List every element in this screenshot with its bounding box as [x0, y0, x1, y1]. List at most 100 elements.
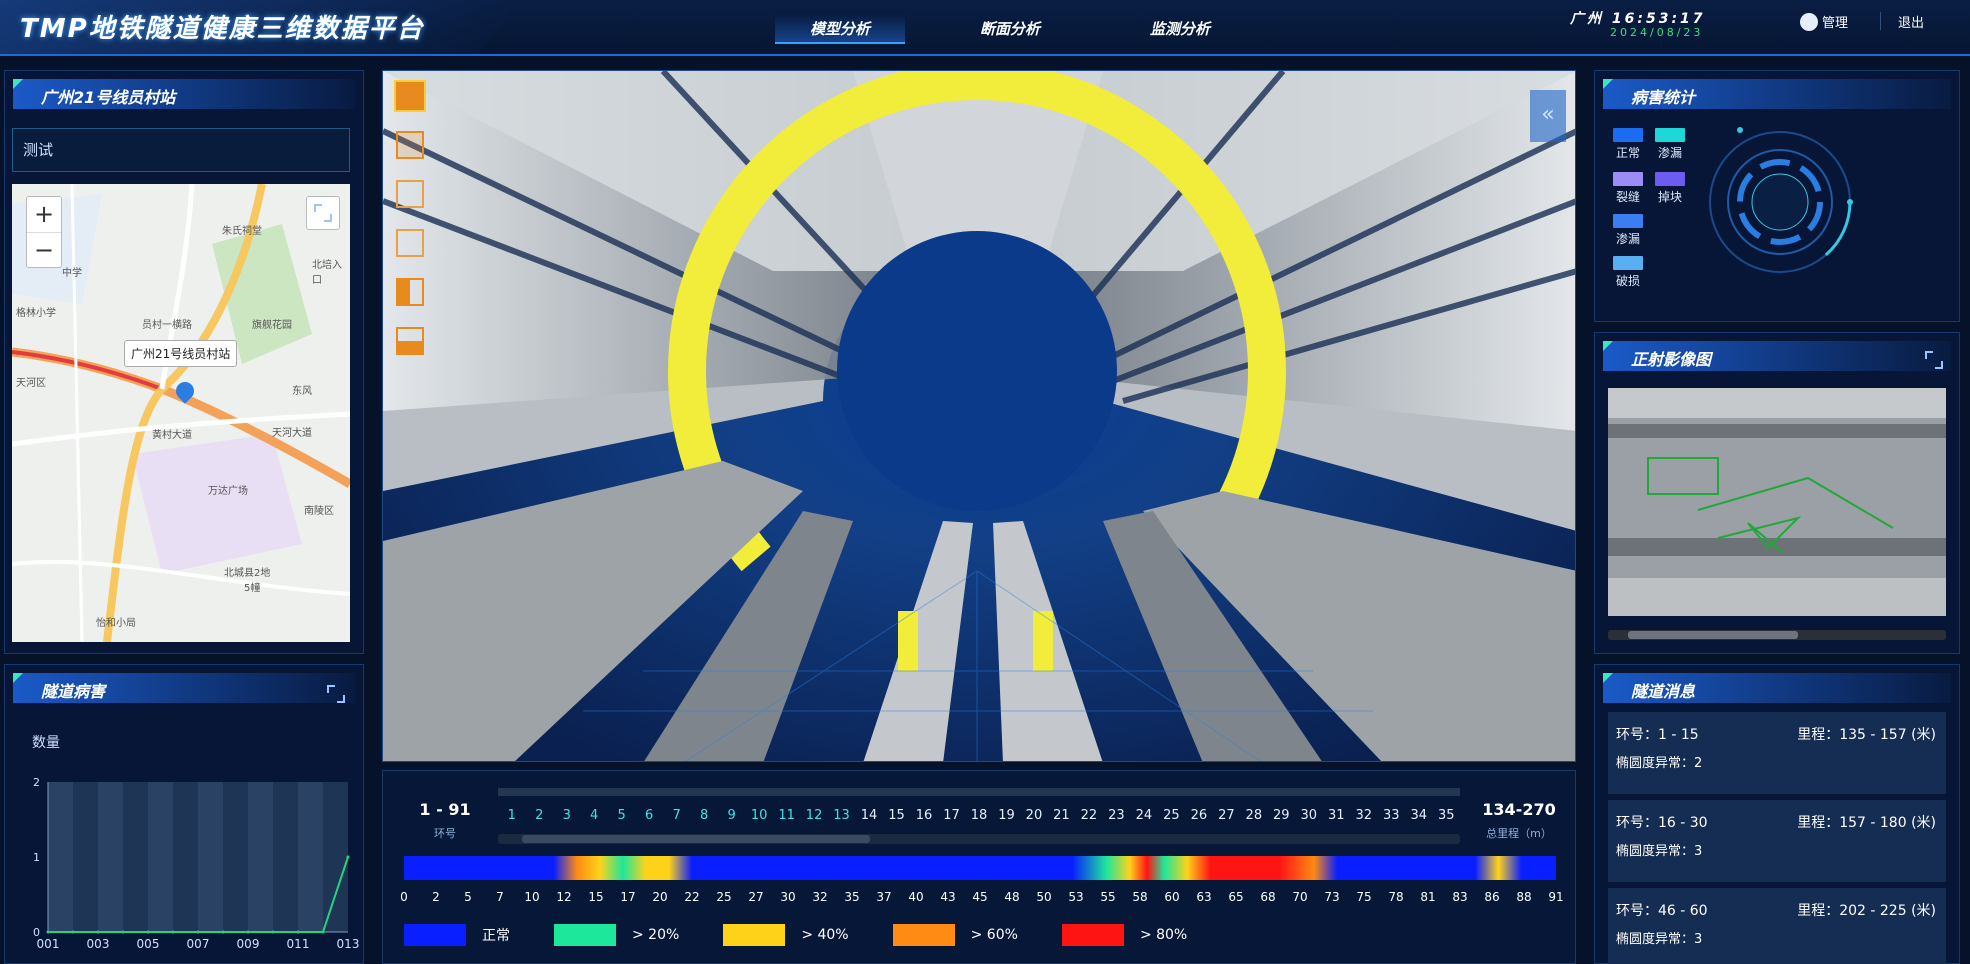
ring-tick: 55	[1100, 890, 1116, 904]
ring-number[interactable]: 23	[1103, 796, 1130, 836]
ring-number[interactable]: 14	[855, 796, 882, 836]
ring-number[interactable]: 12	[800, 796, 827, 836]
ring-number[interactable]: 19	[993, 796, 1020, 836]
ring-number[interactable]: 16	[910, 796, 937, 836]
chart-band	[223, 782, 248, 932]
ring-number[interactable]: 18	[965, 796, 992, 836]
expand-icon[interactable]	[1925, 351, 1943, 369]
search-input[interactable]: 测试	[12, 128, 350, 172]
station-panel-title-bar: 广州21号线员村站	[13, 79, 355, 109]
ring-number[interactable]: 34	[1405, 796, 1432, 836]
ring-number[interactable]: 11	[773, 796, 800, 836]
ring-tick: 12	[556, 890, 572, 904]
zoom-out-button[interactable]: −	[27, 233, 61, 269]
ring-tick: 83	[1452, 890, 1468, 904]
ring-number[interactable]: 5	[608, 796, 635, 836]
ring-number[interactable]: 6	[635, 796, 662, 836]
ring-number[interactable]: 2	[525, 796, 552, 836]
map-label: 5幢	[244, 583, 261, 594]
stats-legend-label: 渗漏	[1657, 146, 1682, 160]
ring-health-bar[interactable]	[404, 856, 1556, 880]
ring-number[interactable]: 13	[828, 796, 855, 836]
chart-band	[298, 782, 323, 932]
ring-number[interactable]: 17	[938, 796, 965, 836]
chart-band	[173, 782, 198, 932]
ring-number[interactable]: 7	[663, 796, 690, 836]
stats-legend-swatch	[1613, 214, 1643, 228]
stats-legend-item[interactable]: 裂缝	[1608, 172, 1648, 205]
wire-cube-icon[interactable]	[396, 180, 424, 208]
info-item[interactable]: 环号：46 - 60 里程：202 - 225 (米) 椭圆度异常：3	[1608, 888, 1946, 964]
ortho-image[interactable]	[1608, 388, 1946, 616]
stats-panel-title-bar: 病害统计	[1603, 79, 1951, 109]
tunnel-3d-viewer[interactable]	[382, 70, 1576, 762]
half-cube-icon[interactable]	[396, 278, 424, 306]
ring-number[interactable]: 4	[580, 796, 607, 836]
ortho-scrollbar-thumb[interactable]	[1628, 631, 1798, 639]
stats-legend-item[interactable]: 破损	[1608, 256, 1648, 289]
ring-number[interactable]: 8	[690, 796, 717, 836]
ring-number[interactable]: 27	[1213, 796, 1240, 836]
tab-monitor-analysis[interactable]: 监测分析	[1115, 14, 1245, 44]
zoom-in-button[interactable]: +	[27, 197, 61, 233]
ring-number[interactable]: 30	[1295, 796, 1322, 836]
tab-section-analysis[interactable]: 断面分析	[945, 14, 1075, 44]
ring-number[interactable]: 25	[1158, 796, 1185, 836]
section-cube-icon[interactable]	[396, 327, 424, 355]
ring-number[interactable]: 26	[1185, 796, 1212, 836]
stats-legend-item[interactable]: 掉块	[1650, 172, 1690, 205]
data-point	[296, 930, 300, 934]
x-tick-label: 009	[237, 937, 260, 951]
chart-band	[273, 782, 298, 932]
ring-scrollbar-thumb[interactable]	[522, 835, 870, 843]
info-ellipse: 椭圆度异常：3	[1616, 932, 1703, 947]
ring-number[interactable]: 21	[1048, 796, 1075, 836]
ring-number[interactable]: 32	[1350, 796, 1377, 836]
ring-number[interactable]: 9	[718, 796, 745, 836]
tab-model-analysis[interactable]: 模型分析	[775, 14, 905, 44]
ring-tick-labels: 0 2 5 7 10 12 15 17 20 22 25 27 30 32 35 37 40 43 45 48 50 53…	[400, 890, 1563, 908]
stats-legend-item[interactable]: 渗漏	[1650, 128, 1690, 161]
map-label: 格林小学	[16, 308, 56, 319]
ring-number[interactable]: 33	[1378, 796, 1405, 836]
info-item[interactable]: 环号：1 - 15 里程：135 - 157 (米) 椭圆度异常：2	[1608, 712, 1946, 794]
ring-number[interactable]: 1	[498, 796, 525, 836]
city-label: 广州	[1570, 11, 1604, 27]
ortho-scrollbar[interactable]	[1608, 630, 1946, 640]
user-menu[interactable]: 管理	[1800, 12, 1848, 31]
map-label: 北城县2地	[224, 568, 271, 579]
ring-tick: 37	[876, 890, 892, 904]
ring-number[interactable]: 31	[1323, 796, 1350, 836]
collapse-panel-button[interactable]: «	[1530, 90, 1566, 142]
ring-number[interactable]: 3	[553, 796, 580, 836]
stats-legend-item[interactable]: 渗漏	[1608, 214, 1648, 247]
expand-icon[interactable]	[327, 685, 345, 703]
ring-number[interactable]: 24	[1130, 796, 1157, 836]
station-map[interactable]: + − 朱氏祠堂 北培入口 中学 格林小学 旗舰花园 员村一横路 天河大道 天河…	[12, 184, 350, 642]
user-name: 管理	[1822, 16, 1849, 31]
chart-band	[323, 782, 348, 932]
info-item[interactable]: 环号：16 - 30 里程：157 - 180 (米) 椭圆度异常：3	[1608, 800, 1946, 882]
ring-number[interactable]: 15	[883, 796, 910, 836]
ring-number[interactable]: 20	[1020, 796, 1047, 836]
ring-number[interactable]: 22	[1075, 796, 1102, 836]
stats-legend-item[interactable]: 正常	[1608, 128, 1648, 161]
ring-number[interactable]: 28	[1240, 796, 1267, 836]
ortho-image-graphic	[1608, 388, 1946, 616]
ring-number[interactable]: 35	[1432, 796, 1459, 836]
chart-band	[198, 782, 223, 932]
ring-number[interactable]: 29	[1268, 796, 1295, 836]
chart-band	[73, 782, 98, 932]
logout-button[interactable]: 退出	[1898, 12, 1924, 31]
ring-scrollbar[interactable]	[498, 834, 1460, 844]
stats-panel-title: 病害统计	[1631, 88, 1696, 107]
ring-tick: 0	[400, 890, 408, 904]
solid-cube-icon[interactable]	[394, 80, 426, 112]
map-fullscreen-button[interactable]	[306, 196, 340, 230]
ortho-panel-title-bar: 正射影像图	[1603, 341, 1951, 371]
box-icon[interactable]	[396, 131, 424, 159]
ring-number[interactable]: 10	[745, 796, 772, 836]
wire-cube-2-icon[interactable]	[396, 229, 424, 257]
stats-legend-label: 裂缝	[1615, 190, 1640, 204]
chart-band	[123, 782, 148, 932]
